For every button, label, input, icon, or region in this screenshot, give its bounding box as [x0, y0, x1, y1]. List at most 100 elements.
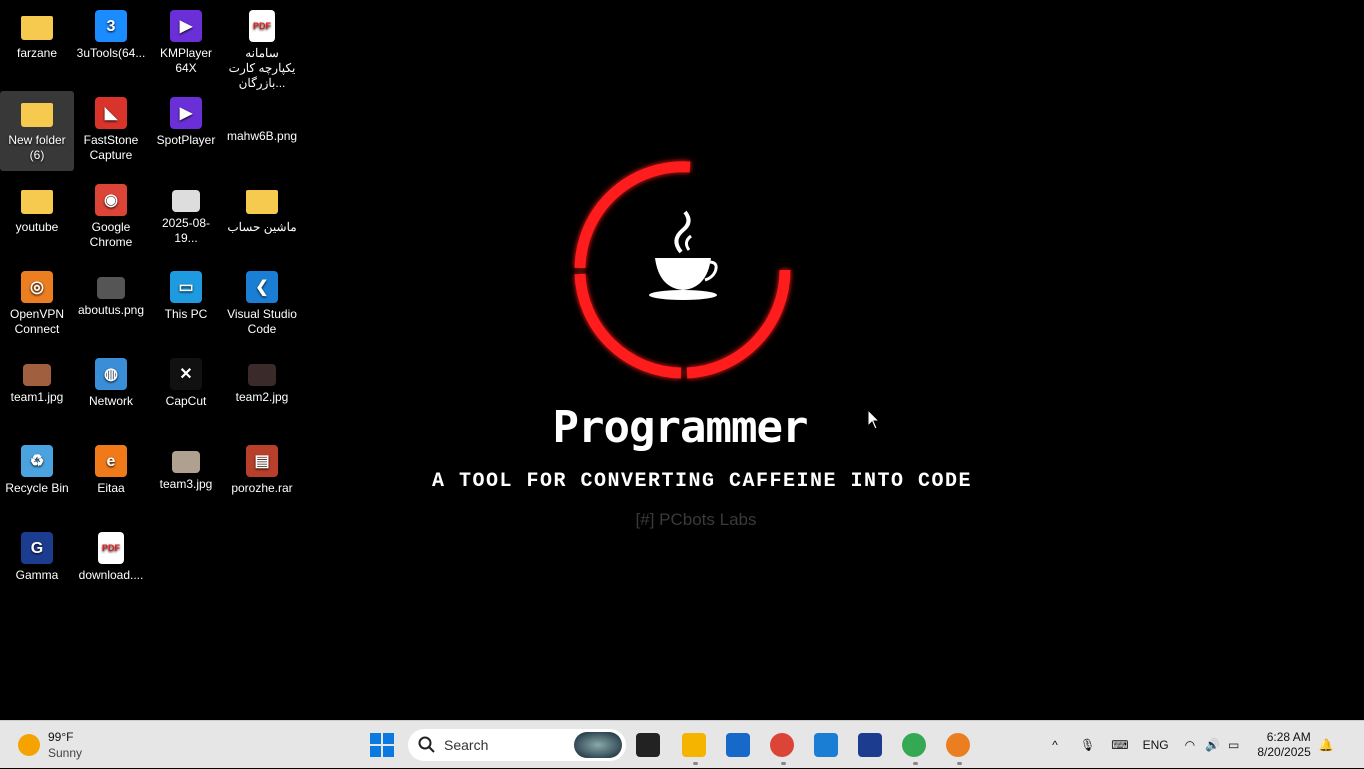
- notification-icon[interactable]: 🔔: [1319, 738, 1334, 752]
- openvpn-icon: [946, 733, 970, 757]
- desktop-icon-label: سامانه یکپارچه کارت بازرگان...: [228, 46, 296, 90]
- app-icon: ▭: [170, 271, 202, 303]
- folder-icon: [246, 190, 278, 214]
- app-icon: G: [21, 532, 53, 564]
- wallpaper-brand: [#] PCbots Labs: [635, 510, 757, 529]
- weather-widget[interactable]: 99°F Sunny: [18, 721, 82, 769]
- desktop-icon[interactable]: 3 3uTools(64...: [74, 4, 148, 84]
- desktop-icon[interactable]: ◣ FastStone Capture: [74, 91, 148, 171]
- desktop-icon[interactable]: ▶ KMPlayer 64X: [149, 4, 223, 84]
- desktop-icon[interactable]: PDF سامانه یکپارچه کارت بازرگان...: [225, 4, 299, 90]
- desktop-icon-label: aboutus.png: [77, 303, 145, 317]
- app-icon: ◎: [21, 271, 53, 303]
- desktop-icon-label: 2025-08-19...: [161, 216, 211, 245]
- weather-temp: 99°F: [48, 730, 74, 744]
- desktop-icon[interactable]: mahw6B.png: [225, 91, 299, 171]
- image-icon: [248, 364, 276, 386]
- desktop-icon[interactable]: ▭ This PC: [149, 265, 223, 345]
- wallpaper-logo: [574, 161, 791, 379]
- desktop-icon-label: Google Chrome: [89, 220, 133, 249]
- volume-icon[interactable]: 🔊: [1205, 738, 1220, 752]
- desktop-icon-label: This PC: [164, 307, 208, 321]
- app-icon: ◍: [95, 358, 127, 390]
- desktop-icon[interactable]: PDF download....: [74, 526, 148, 606]
- desktop-icon-label: FastStone Capture: [83, 133, 139, 162]
- image-icon: [23, 364, 51, 386]
- microphone-icon[interactable]: 🎙: [1080, 738, 1095, 752]
- search-input[interactable]: Search: [444, 737, 488, 753]
- desktop-icon[interactable]: ▶ SpotPlayer: [149, 91, 223, 171]
- desktop-icon-label: 3uTools(64...: [76, 46, 146, 60]
- running-indicator: [957, 762, 962, 765]
- desktop-icon[interactable]: ◎ OpenVPN Connect: [0, 265, 74, 345]
- weather-condition: Sunny: [48, 746, 83, 760]
- task-view-icon: [636, 733, 660, 757]
- chevron-up-icon[interactable]: ^: [1046, 738, 1064, 752]
- desktop-icon-label: Visual Studio Code: [227, 307, 297, 336]
- desktop-icon[interactable]: New folder (6): [0, 91, 74, 171]
- pdf-icon: PDF: [249, 10, 275, 42]
- image-icon: [97, 277, 125, 299]
- taskbar-app-microsoft-store[interactable]: [726, 721, 752, 769]
- ring-arc-top: [574, 161, 691, 269]
- desktop-icon[interactable]: ◉ Google Chrome: [74, 178, 148, 258]
- mouse-cursor-icon: [868, 410, 880, 430]
- sun-icon: [18, 734, 40, 756]
- running-indicator: [913, 762, 918, 765]
- wifi-icon[interactable]: ◠: [1185, 738, 1195, 752]
- app-icon: ▶: [170, 10, 202, 42]
- desktop-icon[interactable]: ❮ Visual Studio Code: [225, 265, 299, 345]
- desktop-icon[interactable]: aboutus.png: [74, 265, 148, 345]
- chrome-icon: [770, 733, 794, 757]
- taskbar: 99°F Sunny Search ^ 🎙 ⌨ ENG ◠ 🔊 ▭ 6:28 AM…: [0, 720, 1364, 768]
- desktop-icon-label: New folder (6): [8, 133, 66, 162]
- app-icon: 3: [95, 10, 127, 42]
- wallpaper-tagline: A TOOL FOR CONVERTING CAFFEINE INTO CODE: [431, 470, 973, 493]
- app-icon: ◣: [95, 97, 127, 129]
- ring-arc-bottom-left: [574, 273, 682, 379]
- taskbar-app-chrome-profile[interactable]: [902, 721, 928, 769]
- ring-arc-bottom-right: [686, 269, 791, 379]
- windows-logo-icon: [370, 733, 394, 757]
- taskbar-app-gamma[interactable]: [858, 721, 884, 769]
- chrome-profile-icon: [902, 733, 926, 757]
- desktop-icon[interactable]: farzane: [0, 4, 74, 84]
- taskbar-app-file-explorer[interactable]: [682, 721, 708, 769]
- microsoft-store-icon: [726, 733, 750, 757]
- clock-time: 6:28 AM: [1266, 730, 1311, 744]
- file-explorer-icon: [682, 733, 706, 757]
- image-icon: [248, 103, 276, 125]
- running-indicator: [781, 762, 786, 765]
- taskbar-app-task-view[interactable]: [636, 721, 662, 769]
- search-box[interactable]: Search: [408, 729, 626, 761]
- app-icon: ❮: [246, 271, 278, 303]
- start-button[interactable]: [370, 721, 394, 769]
- desktop-icon-label: mahw6B.png: [227, 129, 298, 143]
- vscode-icon: [814, 733, 838, 757]
- wallpaper-title: Programmer: [552, 402, 809, 453]
- gamma-icon: [858, 733, 882, 757]
- pdf-icon: PDF: [98, 532, 124, 564]
- desktop-icon-label: farzane: [16, 46, 58, 60]
- folder-icon: [21, 16, 53, 40]
- app-icon: ✕: [170, 358, 202, 390]
- clock[interactable]: 6:28 AM 8/20/2025: [1257, 730, 1310, 760]
- app-icon: ▶: [170, 97, 202, 129]
- desktop-icon-label: youtube: [15, 220, 59, 234]
- desktop-icon[interactable]: youtube: [0, 178, 74, 258]
- system-tray: ^ 🎙 ⌨ ENG ◠ 🔊 ▭ 6:28 AM 8/20/2025 🔔: [1046, 721, 1334, 769]
- desktop-icon[interactable]: ماشین حساب: [225, 178, 299, 258]
- clock-date: 8/20/2025: [1257, 745, 1311, 759]
- desktop-icon-label: Gamma: [15, 568, 59, 582]
- folder-icon: [21, 190, 53, 214]
- taskbar-app-chrome[interactable]: [770, 721, 796, 769]
- image-icon: [172, 190, 200, 212]
- language-indicator[interactable]: ENG: [1143, 738, 1169, 752]
- desktop-icon[interactable]: G Gamma: [0, 526, 74, 606]
- taskbar-app-openvpn[interactable]: [946, 721, 972, 769]
- battery-icon[interactable]: ▭: [1228, 738, 1239, 752]
- keyboard-icon[interactable]: ⌨: [1111, 738, 1128, 752]
- desktop-icon-label: ماشین حساب: [227, 220, 297, 234]
- desktop-icon[interactable]: 2025-08-19...: [149, 178, 223, 258]
- taskbar-app-vscode[interactable]: [814, 721, 840, 769]
